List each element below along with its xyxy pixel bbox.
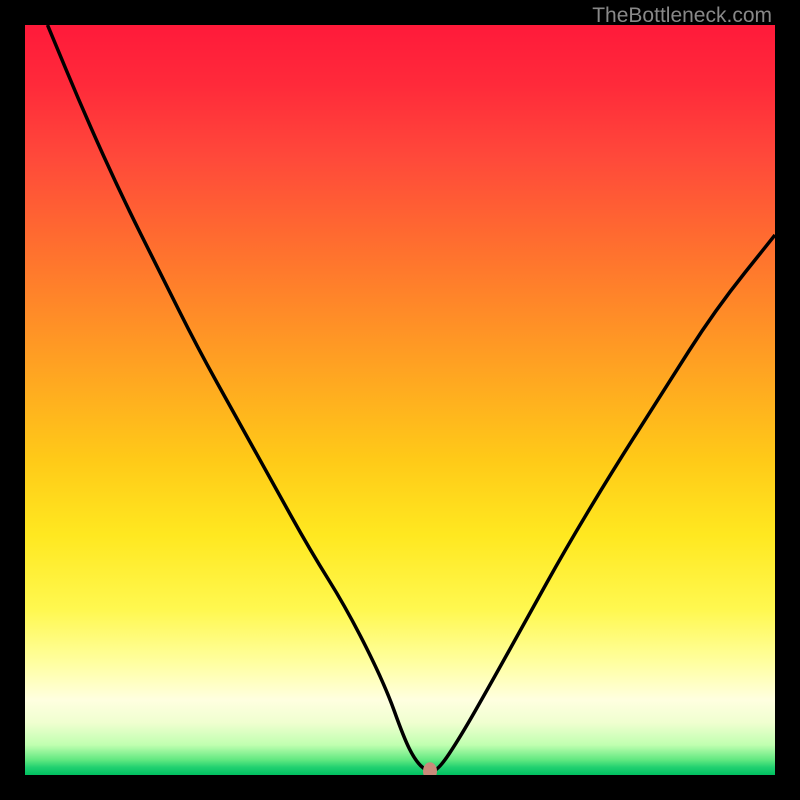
optimal-point-marker	[423, 762, 437, 775]
bottleneck-curve	[48, 25, 776, 771]
chart-container: TheBottleneck.com	[0, 0, 800, 800]
chart-svg	[25, 25, 775, 775]
plot-area	[25, 25, 775, 775]
watermark-text: TheBottleneck.com	[592, 4, 772, 28]
